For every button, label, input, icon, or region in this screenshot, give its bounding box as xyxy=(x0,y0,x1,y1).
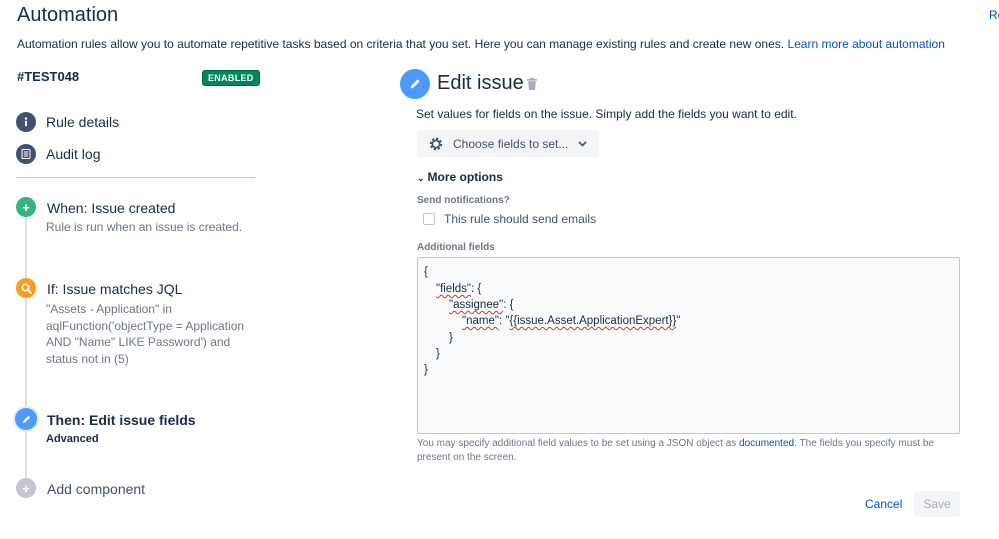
json-line: } xyxy=(424,364,428,376)
json-line: } xyxy=(449,332,453,344)
condition-line: aqlFunction('objectType = Application xyxy=(46,318,245,333)
top-right-link[interactable]: Re xyxy=(989,8,999,22)
json-line: "name": "{{issue.Asset.ApplicationExpert… xyxy=(462,315,680,327)
info-icon xyxy=(16,112,36,132)
status-badge: ENABLED xyxy=(202,70,260,86)
condition-step[interactable] xyxy=(16,278,36,298)
list-icon xyxy=(16,144,36,164)
json-line: } xyxy=(436,348,440,360)
documented-link[interactable]: documented xyxy=(739,438,794,449)
audit-log-label: Audit log xyxy=(46,146,101,162)
json-text: : { xyxy=(471,283,482,295)
condition-line: AND "Name" LIKE Password') and xyxy=(46,335,231,349)
more-options-label: More options xyxy=(427,170,503,184)
help-text: You may specify additional field values … xyxy=(417,437,962,465)
condition-step-subtitle: "Assets - Application" in aqlFunction('o… xyxy=(46,301,244,367)
action-step-subtitle: Advanced xyxy=(46,433,99,445)
send-emails-option[interactable]: This rule should send emails xyxy=(423,212,596,226)
plus-icon: + xyxy=(16,478,36,498)
choose-fields-dropdown[interactable]: Choose fields to set... xyxy=(417,130,599,157)
help-text-before: You may specify additional field values … xyxy=(417,438,737,449)
chevron-down-icon: ⌄ xyxy=(417,173,425,183)
json-key: "name" xyxy=(462,315,499,327)
timeline-line xyxy=(25,208,27,494)
json-value: {{issue.Asset.ApplicationExpert}} xyxy=(509,315,677,327)
chevron-down-icon xyxy=(578,140,587,147)
add-component-label[interactable]: Add component xyxy=(47,481,145,497)
trigger-step[interactable]: + xyxy=(16,197,36,217)
additional-fields-textarea[interactable]: { "fields": { "assignee": { "name": "{{i… xyxy=(417,257,960,434)
send-emails-label: This rule should send emails xyxy=(444,212,597,226)
edit-pencil-icon xyxy=(400,69,430,99)
json-text: : " xyxy=(498,315,510,327)
json-key: "assignee" xyxy=(449,299,504,311)
condition-line: "Assets - Application" in xyxy=(46,302,172,316)
pencil-icon xyxy=(15,408,37,430)
additional-fields-label: Additional fields xyxy=(417,242,495,253)
audit-log-link[interactable]: Audit log xyxy=(16,144,100,164)
intro-description: Automation rules allow you to automate r… xyxy=(17,37,785,51)
trash-icon[interactable] xyxy=(526,77,538,96)
send-emails-checkbox[interactable] xyxy=(423,213,435,225)
page-title: Automation xyxy=(17,4,119,26)
add-component-step[interactable]: + xyxy=(16,478,36,498)
learn-more-link[interactable]: Learn more about automation xyxy=(787,37,944,51)
json-key: "fields" xyxy=(436,283,472,295)
save-button[interactable]: Save xyxy=(914,491,960,517)
rule-details-label: Rule details xyxy=(46,114,120,130)
json-line: "fields": { xyxy=(436,283,481,295)
json-line: "assignee": { xyxy=(449,299,513,311)
intro-text: Automation rules allow you to automate r… xyxy=(17,37,945,51)
action-step[interactable] xyxy=(15,408,37,430)
editor-title: Edit issue xyxy=(437,72,524,94)
json-text: : { xyxy=(503,299,514,311)
trigger-step-title[interactable]: When: Issue created xyxy=(47,200,175,216)
rule-name: #TEST048 xyxy=(17,69,80,84)
cancel-button[interactable]: Cancel xyxy=(860,493,907,515)
action-step-title[interactable]: Then: Edit issue fields xyxy=(47,412,196,428)
search-icon xyxy=(16,278,36,298)
more-options-toggle[interactable]: ⌄ More options xyxy=(417,170,503,184)
send-notifications-label: Send notifications? xyxy=(417,195,510,206)
rule-details-link[interactable]: Rule details xyxy=(16,112,119,132)
gear-icon xyxy=(428,136,444,152)
editor-description: Set values for fields on the issue. Simp… xyxy=(416,107,797,121)
json-line: { xyxy=(424,266,428,278)
plus-icon: + xyxy=(16,197,36,217)
trigger-step-subtitle: Rule is run when an issue is created. xyxy=(46,220,243,234)
json-text: " xyxy=(676,315,681,327)
condition-line: status not in (5) xyxy=(46,351,129,366)
condition-step-title[interactable]: If: Issue matches JQL xyxy=(47,281,182,297)
sidebar-divider xyxy=(16,177,255,178)
choose-fields-label: Choose fields to set... xyxy=(453,136,569,151)
